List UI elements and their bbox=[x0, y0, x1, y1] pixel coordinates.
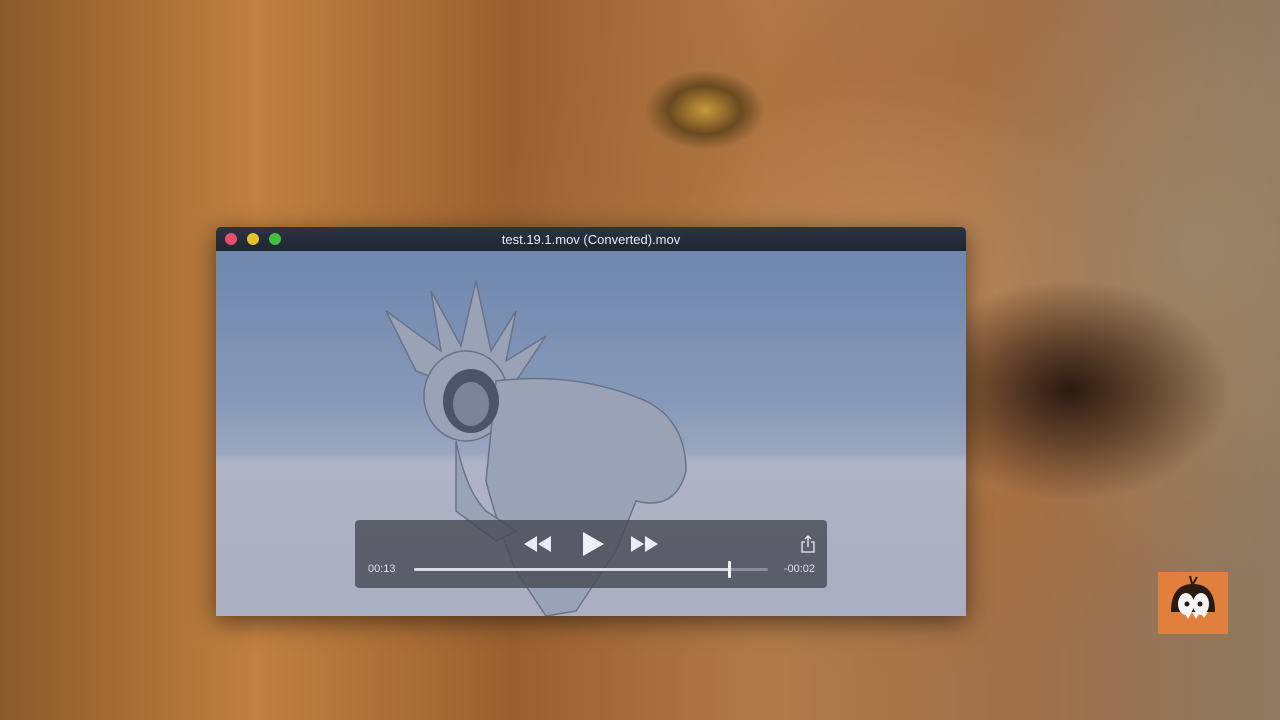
mascot-logo bbox=[1158, 572, 1228, 634]
fast-forward-icon[interactable] bbox=[630, 535, 660, 553]
playback-controls: 00:13 -00:02 bbox=[355, 520, 827, 588]
video-player-window: test.19.1.mov (Converted).mov 00:13 -00:… bbox=[216, 227, 966, 616]
video-frame[interactable]: 00:13 -00:02 bbox=[216, 251, 966, 616]
title-bar[interactable]: test.19.1.mov (Converted).mov bbox=[216, 227, 966, 251]
current-time: 00:13 bbox=[368, 563, 396, 575]
remaining-time: -00:02 bbox=[783, 563, 815, 575]
mascot-icon bbox=[1171, 575, 1215, 619]
scrubber[interactable] bbox=[414, 561, 768, 578]
play-icon[interactable] bbox=[581, 531, 605, 557]
window-title: test.19.1.mov (Converted).mov bbox=[501, 232, 681, 247]
scrubber-thumb[interactable] bbox=[728, 561, 732, 578]
rewind-icon[interactable] bbox=[523, 535, 553, 553]
share-icon[interactable] bbox=[801, 535, 815, 553]
scrubber-progress bbox=[414, 568, 730, 571]
